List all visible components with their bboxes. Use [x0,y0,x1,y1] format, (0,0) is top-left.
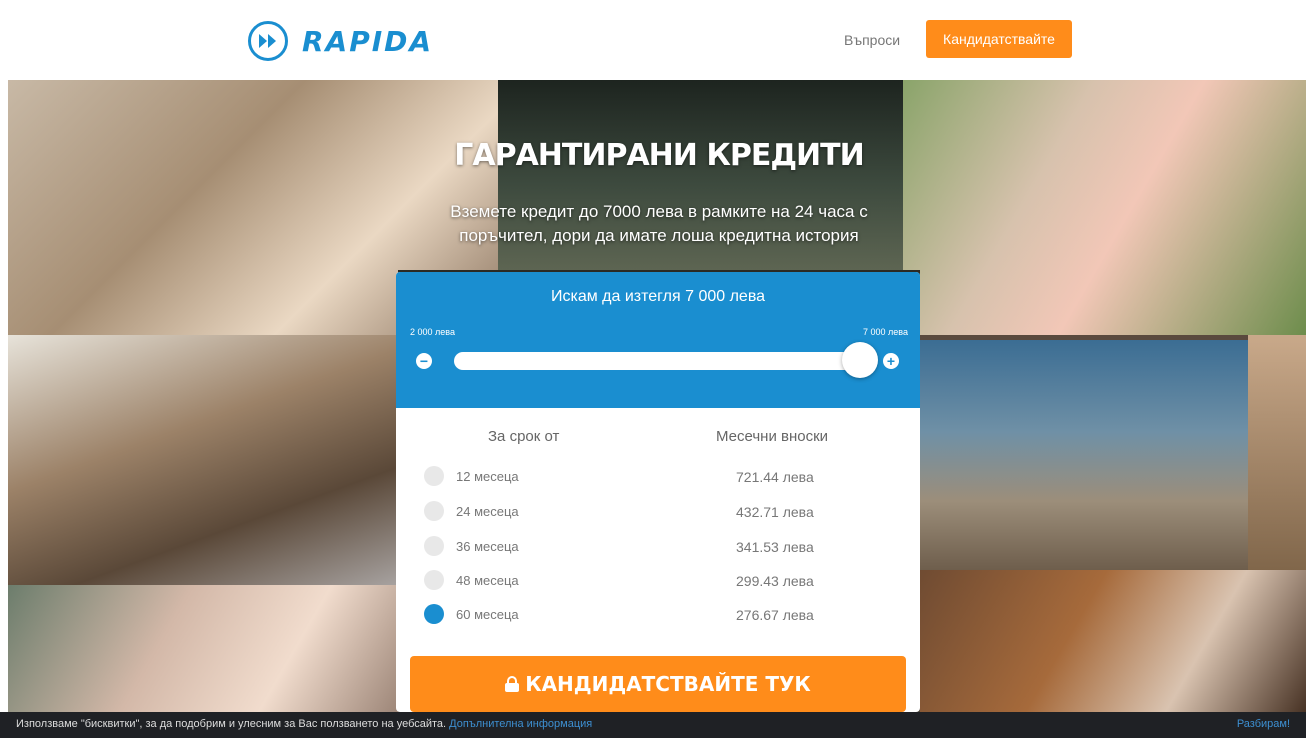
term-label: 60 месеца [456,607,519,622]
term-radio[interactable] [424,466,444,486]
apply-button-label: КАНДИДАТСТВАЙТЕ ТУК [525,672,811,696]
hero-photo-edge [1248,335,1306,575]
cookie-message: Използваме "бисквитки", за да подобрим и… [16,718,592,730]
cookie-bar: Използваме "бисквитки", за да подобрим и… [0,712,1306,738]
loan-calculator: Искам да изтегля 7 000 лева 2 000 лева 7… [396,272,920,712]
range-min-label: 2 000 лева [410,327,455,337]
minus-icon[interactable]: − [416,353,432,369]
amount-slider-handle[interactable] [842,342,878,378]
term-radio-selected[interactable] [424,604,444,624]
term-label: 36 месеца [456,539,519,554]
nav-questions-link[interactable]: Въпроси [844,32,900,48]
term-option-row[interactable]: 12 месеца 721.44 лева [396,462,920,492]
lock-icon [505,676,520,692]
plus-icon[interactable]: + [883,353,899,369]
payment-label: 299.43 лева [736,573,814,589]
term-radio[interactable] [424,536,444,556]
monthly-column-header: Месечни вноски [716,428,829,445]
term-option-row[interactable]: 36 месеца 341.53 лева [396,532,920,562]
cookie-more-info-link[interactable]: Допълнителна информация [449,718,592,730]
payment-label: 721.44 лева [736,469,814,485]
hero-photo-moving [920,570,1306,712]
rapida-logo[interactable]: RAPIDA [248,20,433,62]
payment-label: 341.53 лева [736,539,814,555]
nav-apply-button[interactable]: Кандидатствайте [926,20,1072,58]
hero-title: ГАРАНТИРАНИ КРЕДИТИ [454,138,864,173]
apply-here-button[interactable]: КАНДИДАТСТВАЙТЕ ТУК [410,656,906,712]
brand-name: RAPIDA [302,24,434,58]
hero-photo-couple [8,585,398,712]
payment-label: 276.67 лева [736,607,814,623]
rapida-logo-icon [248,21,288,61]
payment-label: 432.71 лева [736,504,814,520]
term-option-row[interactable]: 48 месеца 299.43 лева [396,566,920,596]
hero-photo-mother-daughter [903,80,1306,335]
hero-photo-beach [920,340,1250,570]
range-max-label: 7 000 лева [863,327,908,337]
cookie-accept-button[interactable]: Разбирам! [1237,718,1290,730]
hero-subtitle: Вземете кредит до 7000 лева в рамките на… [450,202,868,245]
term-option-row[interactable]: 60 месеца 276.67 лева [396,600,920,630]
hero-photo-men-talking [8,335,398,585]
site-header: RAPIDA Въпроси Кандидатствайте [0,0,1306,80]
loan-amount-heading: Искам да изтегля 7 000 лева [550,288,766,305]
cookie-text: Използваме "бисквитки", за да подобрим и… [16,718,447,730]
amount-slider-track[interactable] [454,352,862,370]
term-label: 12 месеца [456,469,519,484]
term-label: 24 месеца [456,504,519,519]
term-radio[interactable] [424,570,444,590]
term-radio[interactable] [424,501,444,521]
calculator-header: Искам да изтегля 7 000 лева 2 000 лева 7… [396,272,920,408]
term-option-row[interactable]: 24 месеца 432.71 лева [396,497,920,527]
term-label: 48 месеца [456,573,519,588]
term-column-header: За срок от [488,428,560,445]
